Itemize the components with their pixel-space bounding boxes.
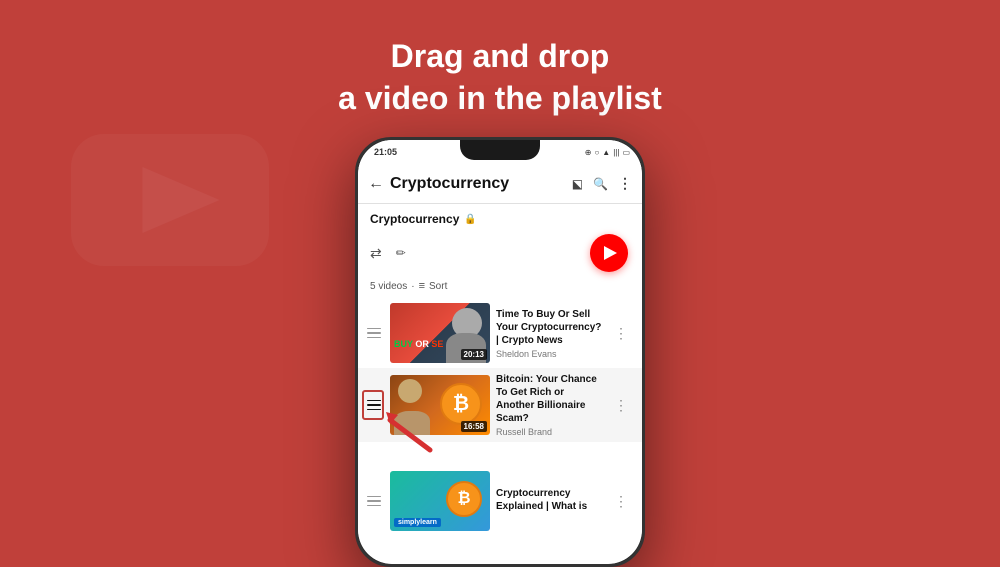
video-channel-1: Sheldon Evans (496, 349, 604, 359)
yt-watermark (60, 120, 280, 280)
more-menu-icon[interactable]: ⋮ (618, 175, 632, 192)
video-info-3: Cryptocurrency Explained | What is (496, 487, 604, 515)
video-menu-1[interactable]: ⋮ (610, 321, 632, 346)
video-thumb-2: ₿ 16:58 (390, 375, 490, 435)
back-button[interactable]: ← (368, 175, 384, 193)
dot-separator: · (411, 281, 414, 292)
lock-icon: 🔒 (464, 214, 476, 225)
app-bar-title: Cryptocurrency (390, 175, 566, 193)
app-bar: ← Cryptocurrency ⬕ 🔍 ⋮ (358, 164, 642, 204)
video-duration-1: 20:13 (461, 349, 487, 360)
status-icon-alarm: ⊕ (585, 148, 592, 157)
drag-handle-2[interactable] (364, 396, 384, 415)
video-menu-3[interactable]: ⋮ (610, 489, 632, 514)
header-section: Drag and drop a video in the playlist (338, 36, 662, 119)
status-icon-bt: ○ (594, 148, 599, 157)
sort-row: 5 videos · ≡ Sort (358, 276, 642, 298)
phone-screen: 21:05 ⊕ ○ ▲ ||| ▭ ← Cryptocurrency ⬕ 🔍 ⋮ (358, 140, 642, 564)
video-title-2: Bitcoin: Your Chance To Get Rich or Anot… (496, 373, 604, 425)
drag-handle-1[interactable] (364, 324, 384, 343)
video-channel-2: Russell Brand (496, 427, 604, 437)
status-time: 21:05 (374, 147, 397, 157)
playlist-header: Cryptocurrency 🔒 (358, 204, 642, 230)
video-menu-2[interactable]: ⋮ (610, 393, 632, 418)
video-item-3[interactable]: simplylearn ₿ Cryptocurrency Explained |… (358, 466, 642, 536)
sort-label[interactable]: Sort (429, 281, 447, 292)
status-icon-wifi: ▲ (602, 148, 610, 157)
playlist-controls: ⇄ ✏ (358, 230, 642, 276)
phone-device: 21:05 ⊕ ○ ▲ ||| ▭ ← Cryptocurrency ⬕ 🔍 ⋮ (355, 137, 645, 562)
sort-icon: ≡ (419, 280, 425, 292)
playlist-title: Cryptocurrency (370, 212, 459, 226)
video-count-label: 5 videos (370, 281, 407, 292)
video-item-1[interactable]: BUY OR SE 20:13 Time To Buy Or Sell Your… (358, 298, 642, 368)
video-list: BUY OR SE 20:13 Time To Buy Or Sell Your… (358, 298, 642, 536)
video-title-1: Time To Buy Or Sell Your Cryptocurrency?… (496, 308, 604, 347)
status-icons: ⊕ ○ ▲ ||| ▭ (585, 148, 630, 157)
video-thumb-3: simplylearn ₿ (390, 471, 490, 531)
shuffle-icon[interactable]: ⇄ (370, 245, 382, 262)
video-item-2[interactable]: ₿ 16:58 Bitcoin: Your Chance To Get Rich… (358, 368, 642, 442)
video-title-3: Cryptocurrency Explained | What is (496, 487, 604, 513)
battery-icon: ▭ (622, 148, 630, 157)
drag-handle-3[interactable] (364, 492, 384, 511)
edit-icon[interactable]: ✏ (396, 246, 406, 260)
phone-body: 21:05 ⊕ ○ ▲ ||| ▭ ← Cryptocurrency ⬕ 🔍 ⋮ (355, 137, 645, 567)
video-info-1: Time To Buy Or Sell Your Cryptocurrency?… (496, 308, 604, 359)
cast-icon[interactable]: ⬕ (572, 177, 583, 191)
search-icon[interactable]: 🔍 (593, 177, 608, 191)
video-duration-2: 16:58 (461, 421, 487, 432)
app-bar-actions: ⬕ 🔍 ⋮ (572, 175, 632, 192)
phone-notch (460, 140, 540, 160)
video-thumb-1: BUY OR SE 20:13 (390, 303, 490, 363)
video-info-2: Bitcoin: Your Chance To Get Rich or Anot… (496, 373, 604, 437)
status-icon-signal: ||| (613, 148, 619, 157)
headline: Drag and drop a video in the playlist (338, 36, 662, 119)
play-all-button[interactable] (590, 234, 628, 272)
